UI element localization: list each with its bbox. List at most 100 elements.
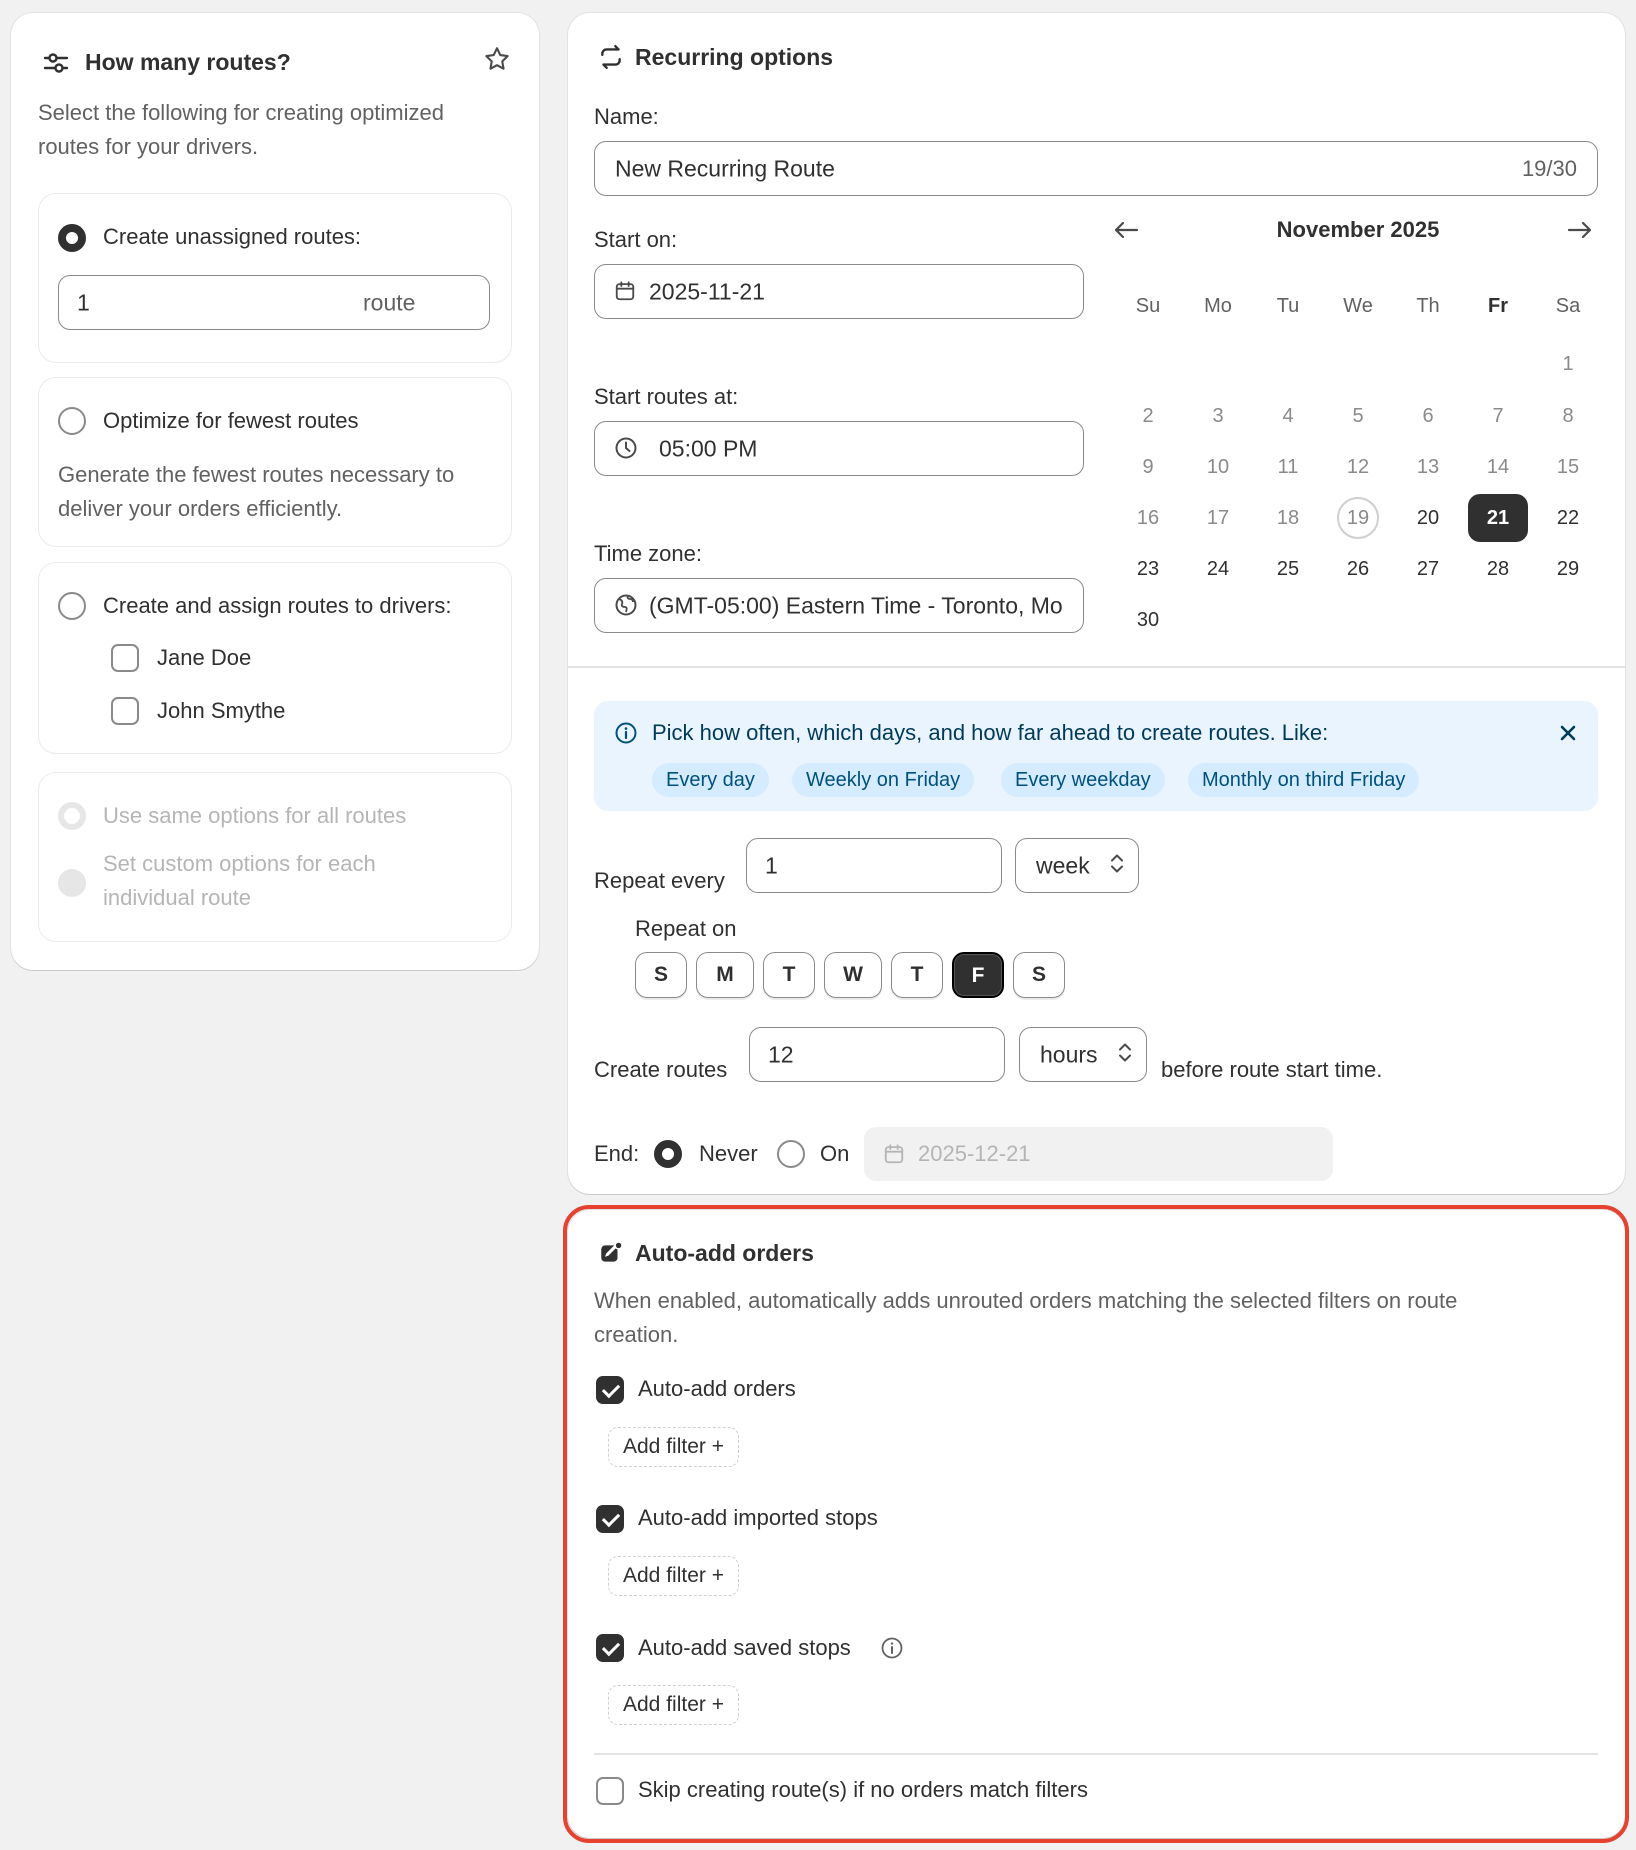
- end-never-radio[interactable]: [654, 1140, 682, 1168]
- calendar-day: 1: [1562, 353, 1574, 375]
- calendar-day[interactable]: 28: [1468, 545, 1528, 593]
- calendar-day[interactable]: 22: [1538, 494, 1598, 542]
- driver-name[interactable]: John Smythe: [157, 698, 285, 724]
- option-unassigned-box: Create unassigned routes: 1 route: [38, 193, 512, 363]
- auto-add-imported-checkbox[interactable]: [596, 1505, 624, 1533]
- card-title: Auto-add orders: [635, 1240, 814, 1266]
- assign-label[interactable]: Create and assign routes to drivers:: [103, 593, 452, 619]
- skip-empty-routes-label[interactable]: Skip creating route(s) if no orders matc…: [638, 1777, 1088, 1803]
- driver-name[interactable]: Jane Doe: [157, 645, 251, 671]
- driver-checkbox[interactable]: [111, 644, 139, 672]
- card-description-2: creation.: [594, 1322, 679, 1347]
- calendar-day: 3: [1212, 405, 1224, 427]
- auto-add-orders-label[interactable]: Auto-add orders: [638, 1376, 796, 1402]
- name-input[interactable]: New Recurring Route 19/30: [594, 141, 1598, 196]
- example-chip[interactable]: Weekly on Friday: [792, 763, 975, 797]
- example-chip[interactable]: Every weekday: [1001, 763, 1165, 797]
- calendar-day[interactable]: 20: [1398, 494, 1458, 542]
- driver-checkbox[interactable]: [111, 697, 139, 725]
- skip-empty-routes-checkbox[interactable]: [596, 1777, 624, 1805]
- section-divider: [568, 666, 1625, 668]
- fewest-description-2: deliver your orders efficiently.: [58, 496, 343, 521]
- calendar-day: 2: [1142, 405, 1154, 427]
- start-at-label: Start routes at:: [594, 384, 739, 409]
- calendar-day[interactable]: 23: [1118, 545, 1178, 593]
- auto-add-saved-label[interactable]: Auto-add saved stops: [638, 1635, 851, 1661]
- auto-add-saved-checkbox[interactable]: [596, 1634, 624, 1662]
- end-on-label[interactable]: On: [820, 1141, 849, 1167]
- add-filter-button[interactable]: Add filter +: [608, 1427, 739, 1467]
- example-chip[interactable]: Every day: [652, 763, 769, 797]
- calendar-grid: Su Mo Tu We Th Fr Sa 1 2 3 4 5 6 7 8 9 10 11 12 13 14 15 16 17 1…: [1108, 213, 1608, 653]
- add-filter-button[interactable]: Add filter +: [608, 1685, 739, 1725]
- start-time-input[interactable]: 05:00 PM: [594, 421, 1084, 476]
- calendar-day[interactable]: 27: [1398, 545, 1458, 593]
- calendar: November 2025 Su Mo Tu We Th Fr Sa 1 2 3 4 5 6 7 8 9 10 1…: [1108, 213, 1608, 653]
- calendar-day: 13: [1416, 456, 1440, 478]
- unassigned-radio[interactable]: [58, 224, 86, 252]
- repeat-interval-input[interactable]: 1: [746, 838, 1002, 893]
- calendar-day: 7: [1492, 405, 1504, 427]
- calendar-day: 15: [1556, 456, 1580, 478]
- assign-radio[interactable]: [58, 592, 86, 620]
- repeat-day-thursday[interactable]: T: [891, 952, 943, 998]
- card-title: Recurring options: [635, 44, 834, 70]
- star-icon[interactable]: [480, 42, 514, 76]
- info-icon[interactable]: [878, 1634, 906, 1662]
- create-ahead-input[interactable]: 12: [749, 1027, 1005, 1082]
- start-date-input[interactable]: 2025-11-21: [594, 264, 1084, 319]
- clock-icon: [613, 435, 639, 461]
- calendar-day: 6: [1422, 405, 1434, 427]
- recurring-options-card: Recurring options Name: New Recurring Ro…: [568, 13, 1625, 1194]
- example-chip[interactable]: Monthly on third Friday: [1188, 763, 1420, 797]
- select-chevron-icon: [1110, 852, 1124, 879]
- repeat-day-monday[interactable]: M: [696, 952, 754, 998]
- section-divider: [594, 1753, 1598, 1755]
- end-never-label[interactable]: Never: [699, 1141, 758, 1167]
- calendar-day: 9: [1142, 456, 1154, 478]
- card-description: Select the following for creating optimi…: [38, 100, 444, 125]
- calendar-day[interactable]: 24: [1188, 545, 1248, 593]
- info-icon: [612, 719, 640, 747]
- sliders-icon: [41, 48, 71, 78]
- end-label: End:: [594, 1141, 640, 1166]
- repeat-day-sunday[interactable]: S: [635, 952, 687, 998]
- repeat-icon: [596, 42, 626, 72]
- repeat-day-wednesday[interactable]: W: [824, 952, 882, 998]
- same-options-label: Use same options for all routes: [103, 803, 407, 828]
- close-icon[interactable]: [1554, 719, 1582, 747]
- calendar-day[interactable]: 30: [1118, 596, 1178, 644]
- custom-options-label-2: individual route: [103, 885, 251, 910]
- route-unit-suffix: route: [363, 289, 416, 315]
- repeat-day-friday[interactable]: F: [952, 952, 1004, 998]
- calendar-day[interactable]: 29: [1538, 545, 1598, 593]
- custom-options-radio[interactable]: [58, 869, 86, 897]
- auto-add-orders-checkbox[interactable]: [596, 1376, 624, 1404]
- end-on-radio[interactable]: [777, 1140, 805, 1168]
- create-ahead-unit-select[interactable]: hours: [1019, 1027, 1147, 1082]
- calendar-day[interactable]: 26: [1328, 545, 1388, 593]
- add-filter-button[interactable]: Add filter +: [608, 1556, 739, 1596]
- name-label: Name:: [594, 104, 659, 129]
- same-options-radio[interactable]: [58, 802, 86, 830]
- route-count-input[interactable]: 1 route: [58, 275, 490, 330]
- calendar-day: 18: [1276, 507, 1300, 529]
- info-banner: Pick how often, which days, and how far …: [594, 701, 1598, 811]
- fewest-label[interactable]: Optimize for fewest routes: [103, 408, 359, 434]
- end-date-input[interactable]: 2025-12-21: [864, 1127, 1333, 1181]
- calendar-day[interactable]: 19: [1328, 494, 1388, 542]
- timezone-select[interactable]: (GMT-05:00) Eastern Time - Toronto, Mont…: [594, 578, 1084, 633]
- calendar-weekday-header: Th: [1416, 295, 1440, 317]
- repeat-day-tuesday[interactable]: T: [763, 952, 815, 998]
- calendar-day: 8: [1562, 405, 1574, 427]
- unassigned-label[interactable]: Create unassigned routes:: [103, 224, 361, 250]
- auto-add-imported-label[interactable]: Auto-add imported stops: [638, 1505, 878, 1531]
- repeat-day-saturday[interactable]: S: [1013, 952, 1065, 998]
- card-description-2: routes for your drivers.: [38, 134, 259, 159]
- calendar-day[interactable]: 25: [1258, 545, 1318, 593]
- calendar-day: 16: [1136, 507, 1160, 529]
- repeat-unit-select[interactable]: week: [1015, 838, 1139, 893]
- fewest-radio[interactable]: [58, 407, 86, 435]
- repeat-on-label: Repeat on: [635, 916, 737, 941]
- calendar-day[interactable]: 21: [1468, 494, 1528, 542]
